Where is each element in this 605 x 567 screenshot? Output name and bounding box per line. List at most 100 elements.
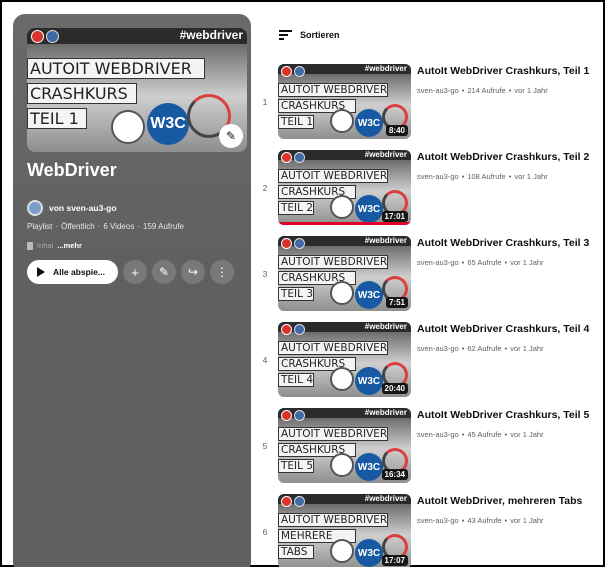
meta-separator: • xyxy=(504,516,508,525)
channel-name[interactable]: sven-au3-go xyxy=(417,430,459,439)
more-vertical-icon[interactable]: ⋮ xyxy=(210,260,234,284)
video-meta: sven-au3-go • 108 Aufrufe • vor 1 Jahr xyxy=(417,172,548,181)
video-title[interactable]: AutoIt WebDriver, mehreren Tabs xyxy=(417,495,582,507)
thumb-line-1: AUTOIT WEBDRIVER xyxy=(278,255,388,269)
playlist-title: WebDriver xyxy=(27,160,117,180)
pencil-icon[interactable]: ✎ xyxy=(219,124,243,148)
duration-badge: 17:07 xyxy=(381,555,408,566)
video-title[interactable]: AutoIt WebDriver Crashkurs, Teil 4 xyxy=(417,323,589,335)
avatar[interactable] xyxy=(27,200,43,216)
upload-age: vor 1 Jahr xyxy=(510,258,544,267)
thumb-line-3: TEIL 5 xyxy=(278,459,314,473)
channel-name[interactable]: sven-au3-go xyxy=(417,344,459,353)
hashtag-label: #webdriver xyxy=(364,236,407,245)
upload-age: vor 1 Jahr xyxy=(510,516,544,525)
meta-separator: • xyxy=(461,258,465,267)
owner-name[interactable]: von sven-au3-go xyxy=(49,203,117,213)
video-thumbnail[interactable]: #webdriver AUTOIT WEBDRIVER CRASHKURS TE… xyxy=(278,150,411,225)
list-item[interactable]: 1 #webdriver AUTOIT WEBDRIVER CRASHKURS … xyxy=(258,64,598,144)
thumbnail-art: #webdriver AUTOIT WEBDRIVER CRASHKURS TE… xyxy=(278,236,411,311)
play-all-button[interactable]: Alle abspie... xyxy=(27,260,118,284)
meta-separator: · xyxy=(55,222,59,231)
share-icon[interactable]: ↪ xyxy=(181,260,205,284)
video-meta: sven-au3-go • 45 Aufrufe • vor 1 Jahr xyxy=(417,430,544,439)
video-thumbnail[interactable]: #webdriver AUTOIT WEBDRIVER CRASHKURS TE… xyxy=(278,408,411,483)
w3c-logo: W3C xyxy=(355,109,383,137)
channel-name[interactable]: sven-au3-go xyxy=(417,172,459,181)
meta-separator: • xyxy=(508,86,512,95)
list-item[interactable]: 3 #webdriver AUTOIT WEBDRIVER CRASHKURS … xyxy=(258,236,598,316)
list-item[interactable]: 2 #webdriver AUTOIT WEBDRIVER CRASHKURS … xyxy=(258,150,598,230)
w3c-logo: W3C xyxy=(355,539,383,567)
video-thumbnail[interactable]: #webdriver AUTOIT WEBDRIVER CRASHKURS TE… xyxy=(278,64,411,139)
avatar-icon xyxy=(294,496,305,507)
video-title[interactable]: AutoIt WebDriver Crashkurs, Teil 3 xyxy=(417,237,589,249)
video-thumbnail[interactable]: #webdriver AUTOIT WEBDRIVER MEHRERE TABS… xyxy=(278,494,411,567)
list-item[interactable]: 6 #webdriver AUTOIT WEBDRIVER MEHRERE TA… xyxy=(258,494,598,567)
channel-name[interactable]: sven-au3-go xyxy=(417,516,459,525)
thumbnail-art: #webdriver AUTOIT WEBDRIVER CRASHKURS TE… xyxy=(278,64,411,139)
channel-logo-icon xyxy=(281,66,292,77)
view-count: 43 Aufrufe xyxy=(467,516,502,525)
playlist-owner[interactable]: von sven-au3-go xyxy=(27,200,117,216)
video-index: 2 xyxy=(262,183,268,193)
thumb-line-2: CRASHKURS xyxy=(27,83,137,104)
thumbnail-art: #webdriver AUTOIT WEBDRIVER CRASHKURS TE… xyxy=(278,150,411,225)
video-index: 4 xyxy=(262,355,268,365)
hashtag-label: #webdriver xyxy=(364,408,407,417)
meta-separator: • xyxy=(461,430,465,439)
meta-separator: • xyxy=(461,516,465,525)
webdriver-badge-icon xyxy=(111,110,145,144)
view-count: 45 Aufrufe xyxy=(467,430,502,439)
list-item[interactable]: 5 #webdriver AUTOIT WEBDRIVER CRASHKURS … xyxy=(258,408,598,488)
video-index: 6 xyxy=(262,527,268,537)
channel-logo-icon xyxy=(281,496,292,507)
plus-icon[interactable]: + xyxy=(123,260,147,284)
sort-icon xyxy=(279,30,292,40)
video-title[interactable]: AutoIt WebDriver Crashkurs, Teil 1 xyxy=(417,65,589,77)
video-title[interactable]: AutoIt WebDriver Crashkurs, Teil 5 xyxy=(417,409,589,421)
meta-separator: • xyxy=(508,172,512,181)
video-thumbnail[interactable]: #webdriver AUTOIT WEBDRIVER CRASHKURS TE… xyxy=(278,322,411,397)
pencil-icon[interactable]: ✎ xyxy=(152,260,176,284)
meta-view-count: 159 Aufrufe xyxy=(143,222,184,231)
webdriver-badge-icon xyxy=(330,109,354,133)
thumb-line-3: TEIL 2 xyxy=(278,201,314,215)
upload-age: vor 1 Jahr xyxy=(514,86,548,95)
channel-name[interactable]: sven-au3-go xyxy=(417,258,459,267)
view-count: 65 Aufrufe xyxy=(467,258,502,267)
sort-button[interactable]: Sortieren xyxy=(279,30,340,40)
w3c-logo: W3C xyxy=(355,367,383,395)
w3c-logo: W3C xyxy=(355,281,383,309)
more-link[interactable]: ...mehr xyxy=(57,241,82,250)
view-count: 108 Aufrufe xyxy=(467,172,506,181)
channel-logo-icon xyxy=(281,410,292,421)
playlist-description[interactable]: Inhal ...mehr xyxy=(27,241,82,250)
thumb-line-3: TEIL 4 xyxy=(278,373,314,387)
play-all-label: Alle abspie... xyxy=(53,267,105,277)
thumbnail-art: #webdriver AUTOIT WEBDRIVER CRASHKURS TE… xyxy=(278,408,411,483)
hashtag-label: #webdriver xyxy=(179,28,243,42)
duration-badge: 7:51 xyxy=(385,297,408,308)
video-thumbnail[interactable]: #webdriver AUTOIT WEBDRIVER CRASHKURS TE… xyxy=(278,236,411,311)
hashtag-label: #webdriver xyxy=(364,64,407,73)
meta-separator: • xyxy=(504,344,508,353)
list-item[interactable]: 4 #webdriver AUTOIT WEBDRIVER CRASHKURS … xyxy=(258,322,598,402)
thumb-line-3: TEIL 3 xyxy=(278,287,314,301)
playlist-thumbnail[interactable]: #webdriver AUTOIT WEBDRIVER CRASHKURS TE… xyxy=(27,28,247,152)
video-title[interactable]: AutoIt WebDriver Crashkurs, Teil 2 xyxy=(417,151,589,163)
meta-visibility: Öffentlich xyxy=(61,222,95,231)
playlist-header-panel: #webdriver AUTOIT WEBDRIVER CRASHKURS TE… xyxy=(13,14,251,567)
meta-separator: · xyxy=(137,222,141,231)
avatar-icon xyxy=(294,324,305,335)
channel-logo-icon xyxy=(281,324,292,335)
meta-separator: • xyxy=(461,86,465,95)
thumbnail-art: #webdriver AUTOIT WEBDRIVER CRASHKURS TE… xyxy=(278,322,411,397)
upload-age: vor 1 Jahr xyxy=(510,344,544,353)
thumbnail-art: #webdriver AUTOIT WEBDRIVER MEHRERE TABS… xyxy=(278,494,411,567)
channel-name[interactable]: sven-au3-go xyxy=(417,86,459,95)
avatar-icon xyxy=(294,410,305,421)
duration-badge: 8:40 xyxy=(385,125,408,136)
meta-separator: • xyxy=(504,258,508,267)
channel-logo-icon xyxy=(31,30,44,43)
